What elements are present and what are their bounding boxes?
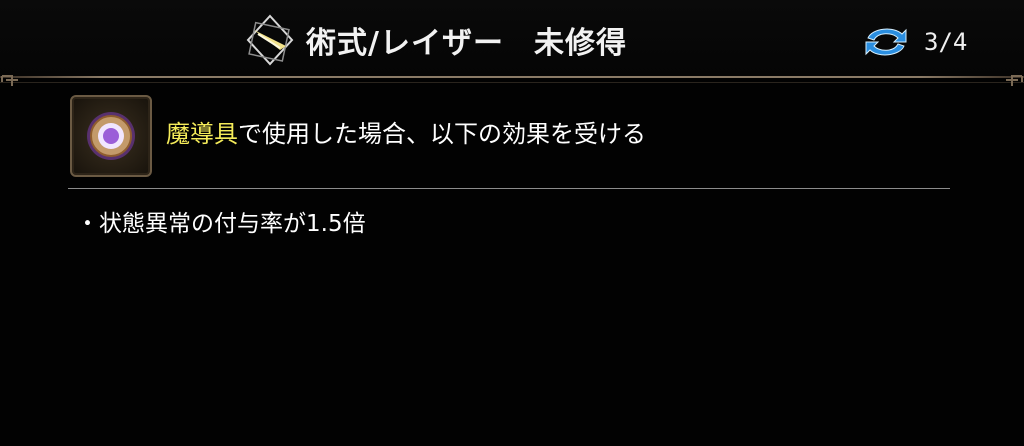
learned-status: 未修得 (533, 26, 627, 61)
effect-condition-text: で使用した場合、以下の効果を受ける (238, 120, 646, 148)
content-divider (68, 188, 950, 189)
magic-tool-icon-frame (70, 95, 152, 177)
effect-condition: 魔導具で使用した場合、以下の効果を受ける (166, 114, 646, 149)
corner-ornament-left-icon (1, 75, 18, 86)
corner-ornament-right-icon (1006, 75, 1023, 86)
equipment-type-highlight: 魔導具 (166, 120, 238, 148)
cycle-arrows-icon[interactable] (862, 22, 910, 62)
skill-detail-panel: 術式/レイザー 未修得 3/4 魔導具で使用した場合、以下の効果を受ける ・状態… (0, 0, 1024, 446)
effect-list-item: ・状態異常の付与率が1.5倍 (76, 211, 366, 237)
skill-title: 術式/レイザー (306, 26, 504, 61)
header-divider (0, 76, 1024, 78)
header-divider-inner (0, 82, 1024, 83)
title-area: 術式/レイザー 未修得 (240, 12, 627, 68)
magic-tool-icon (87, 112, 135, 160)
laser-skill-icon (246, 14, 294, 66)
page-indicator: 3/4 (924, 28, 968, 56)
page-switch[interactable]: 3/4 (862, 18, 967, 66)
